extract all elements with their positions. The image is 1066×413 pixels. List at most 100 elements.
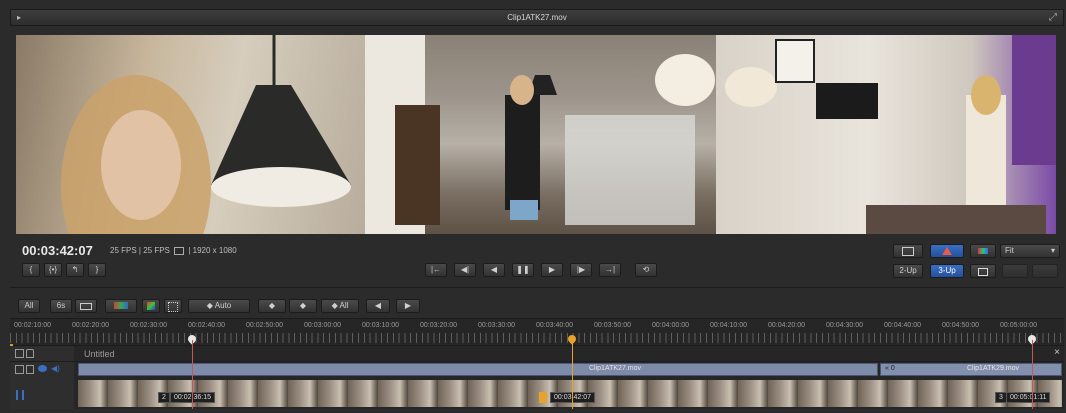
color-match-button[interactable] (105, 299, 137, 313)
closeup-frame-image (61, 35, 351, 234)
tc-mid-indicator (539, 392, 547, 403)
zoom-all-button[interactable]: All (18, 299, 40, 313)
ruler-label: 00:03:50:00 (594, 322, 631, 329)
zoom-6s-button[interactable]: 6s (50, 299, 72, 313)
ruler-label: 00:03:30:00 (478, 322, 515, 329)
viewer-panel-center (365, 35, 716, 234)
out-playhead (1032, 340, 1033, 409)
clip-bar-1[interactable]: Clip1ATK27.mov (78, 363, 878, 376)
prev-frame-button[interactable]: ◀| (454, 263, 476, 277)
auto-key-button[interactable]: ◆ Auto (188, 299, 250, 313)
grade-button[interactable] (142, 299, 160, 313)
in-playhead (192, 340, 193, 409)
ruler-label: 00:05:00:00 (1000, 322, 1037, 329)
camera-icon (978, 268, 988, 276)
clip-info: 25 FPS | 25 FPS | 1920 x 1080 (110, 246, 237, 255)
ruler-label: 00:02:30:00 (130, 322, 167, 329)
mark-in-button[interactable]: { (22, 263, 40, 277)
ruler-label: 00:02:50:00 (246, 322, 283, 329)
track-fit-icon (80, 303, 92, 310)
timeline-ruler[interactable]: 00:02:10:00 00:02:20:00 00:02:30:00 00:02:4… (10, 318, 1064, 346)
snapshot-button[interactable] (970, 264, 996, 278)
layout-3up-button[interactable]: 3-Up (930, 264, 964, 278)
color-match-icon (114, 302, 128, 309)
current-playhead[interactable] (572, 340, 573, 409)
ruler-label: 00:04:30:00 (826, 322, 863, 329)
all-keyframes-button[interactable]: ◆ All (321, 299, 359, 313)
ruler-label: 00:02:10:00 (14, 322, 51, 329)
filmstrip-track: 2 00:02:36:15 00:03:42:07 3 00:05:01:11 (10, 378, 1064, 409)
clip-bar-2[interactable]: « 0 Clip1ATK29.mov (880, 363, 1062, 376)
ruler-label: 00:04:50:00 (942, 322, 979, 329)
ruler-label: 00:03:00:00 (304, 322, 341, 329)
remove-keyframe-button[interactable]: ◆ (289, 299, 317, 313)
close-icon[interactable]: × (1054, 347, 1060, 358)
panel-divider (10, 287, 1064, 288)
mark-out-button[interactable]: } (88, 263, 106, 277)
split-view-button[interactable] (893, 244, 923, 258)
color-compare-button[interactable] (970, 244, 996, 258)
clip2-speed: « 0 (885, 365, 895, 372)
viewer-title-bar: ▸ Clip1ATK27.mov ⤢ (10, 9, 1064, 26)
loop-button[interactable]: ⟲ (635, 263, 657, 277)
audio-icon[interactable]: ◀) (51, 364, 60, 373)
tc-right: 00:05:01:11 (1006, 392, 1051, 403)
track-settings-icon[interactable] (15, 365, 24, 374)
clip-track-header: ◀) (10, 362, 74, 378)
play-reverse-button[interactable]: ◀ (483, 263, 505, 277)
ruler-label: 00:03:10:00 (362, 322, 399, 329)
lock-icon[interactable] (26, 349, 34, 358)
monitor-icon (174, 246, 185, 255)
play-forward-button[interactable]: ▶ (541, 263, 563, 277)
clip1-label: Clip1ATK27.mov (589, 365, 642, 372)
chevron-down-icon: ▾ (1050, 246, 1055, 255)
ruler-label: 00:03:20:00 (420, 322, 457, 329)
pause-button[interactable]: ❚❚ (512, 263, 534, 277)
goto-in-button[interactable]: ↰ (66, 263, 84, 277)
color-wheel-icon (942, 247, 952, 255)
disabled-button-1 (1002, 264, 1028, 278)
lock-icon[interactable] (26, 365, 34, 374)
color-scope-button[interactable] (930, 244, 964, 258)
layout-2up-button[interactable]: 2-Up (893, 264, 923, 278)
expand-icon[interactable]: ⤢ (1049, 12, 1057, 23)
ruler-ticks (10, 333, 1064, 343)
resolution-info: | 1920 x 1080 (188, 246, 237, 255)
scope-button[interactable] (164, 299, 182, 313)
scope-icon (168, 302, 178, 312)
wide-frame-image (365, 35, 715, 234)
goto-end-button[interactable]: →| (599, 263, 621, 277)
video-viewer[interactable] (16, 35, 1056, 234)
prev-keyframe-button[interactable]: ◀ (366, 299, 390, 313)
sequence-track: Untitled × (10, 346, 1064, 362)
track-header (10, 346, 74, 361)
ruler-label: 00:04:40:00 (884, 322, 921, 329)
tc-left-index: 2 (158, 392, 170, 403)
zoom-fit-value: Fit (1005, 246, 1014, 255)
track-bars-icon (16, 390, 24, 400)
ruler-label: 00:04:00:00 (652, 322, 689, 329)
mark-clip-button[interactable]: {•} (44, 263, 62, 277)
visibility-icon[interactable] (38, 365, 47, 372)
current-timecode: 00:03:42:07 (22, 243, 93, 258)
next-frame-button[interactable]: |▶ (570, 263, 592, 277)
rgb-icon (978, 248, 988, 254)
fit-track-button[interactable] (75, 299, 97, 313)
fps-info: 25 FPS | 25 FPS (110, 246, 170, 255)
clip-title: Clip1ATK27.mov (507, 13, 567, 22)
ruler-label: 00:03:40:00 (536, 322, 573, 329)
clip-track: ◀) Clip1ATK27.mov « 0 Clip1ATK29.mov (10, 362, 1064, 378)
viewer-panel-left (16, 35, 365, 234)
next-keyframe-button[interactable]: ▶ (396, 299, 420, 313)
zoom-fit-select[interactable]: Fit ▾ (1000, 244, 1060, 258)
ruler-label: 00:02:20:00 (72, 322, 109, 329)
ruler-label: 00:04:10:00 (710, 322, 747, 329)
viewer-panel-right (716, 35, 1056, 234)
sequence-name: Untitled (84, 349, 115, 359)
track-settings-icon[interactable] (15, 349, 24, 358)
grade-icon (147, 302, 155, 310)
add-keyframe-button[interactable]: ◆ (258, 299, 286, 313)
filmstrip-header (10, 378, 74, 409)
disabled-button-2 (1032, 264, 1058, 278)
goto-start-button[interactable]: |← (425, 263, 447, 277)
